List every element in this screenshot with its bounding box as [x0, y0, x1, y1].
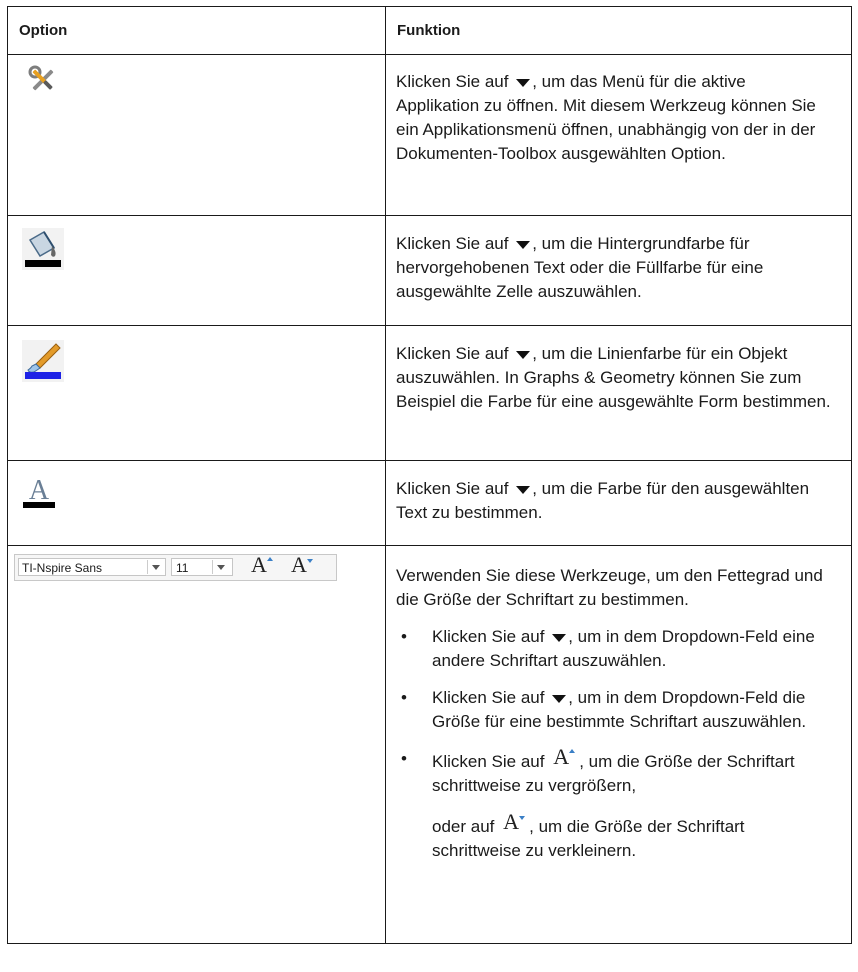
- font-name-select[interactable]: TI-Nspire Sans: [18, 558, 166, 576]
- bullet-symbol: •: [401, 627, 407, 646]
- option-cell: A: [7, 460, 386, 546]
- bullet-symbol: •: [401, 749, 407, 768]
- table-row: Klicken Sie auf , um die Linienfarbe für…: [7, 325, 852, 461]
- chevron-down-icon: [217, 565, 225, 570]
- font-size-dropdown-button[interactable]: [212, 560, 229, 574]
- row-text-pre: Klicken Sie auf: [396, 234, 509, 253]
- tools-icon: [28, 65, 54, 91]
- dropdown-arrow-icon: [516, 350, 531, 359]
- increase-font-size-icon[interactable]: A: [249, 552, 275, 581]
- decrease-font-size-icon[interactable]: A: [289, 552, 315, 581]
- bullet-text-pre2: oder auf: [432, 817, 495, 836]
- font-size-value: 11: [176, 561, 189, 575]
- list-item: • Klicken Sie auf A, um die Größe der Sc…: [396, 744, 831, 863]
- row-text-pre: Klicken Sie auf: [396, 72, 509, 91]
- list-item: • Klicken Sie auf , um in dem Dropdown-F…: [396, 686, 831, 734]
- fill-color-bucket-icon: [22, 228, 64, 270]
- line-color-brush-icon: [22, 340, 64, 382]
- row-text-pre: Klicken Sie auf: [396, 479, 509, 498]
- bullet-text-pre: Klicken Sie auf: [432, 627, 545, 646]
- header-option: Option: [7, 6, 386, 55]
- row-text-pre: Klicken Sie auf: [396, 344, 509, 363]
- dropdown-arrow-icon: [552, 694, 567, 703]
- function-cell: Klicken Sie auf , um die Farbe für den a…: [385, 460, 852, 546]
- option-cell: [7, 54, 386, 216]
- increase-font-size-icon: A: [551, 744, 577, 773]
- font-size-select[interactable]: 11: [171, 558, 233, 576]
- dropdown-arrow-icon: [552, 633, 567, 642]
- function-cell: Klicken Sie auf , um das Menü für die ak…: [385, 54, 852, 216]
- chevron-down-icon: [152, 565, 160, 570]
- font-toolbar: TI-Nspire Sans 11 A A: [14, 552, 337, 581]
- table-row: Klicken Sie auf , um die Hintergrundfarb…: [7, 215, 852, 326]
- dropdown-arrow-icon: [516, 240, 531, 249]
- function-cell: Klicken Sie auf , um die Hintergrundfarb…: [385, 215, 852, 326]
- list-item: • Klicken Sie auf , um in dem Dropdown-F…: [396, 625, 831, 673]
- bullet-text-pre: Klicken Sie auf: [432, 688, 545, 707]
- options-table: Option Funktion Klicken Sie auf , um das…: [7, 6, 852, 944]
- function-cell: Klicken Sie auf , um die Linienfarbe für…: [385, 325, 852, 461]
- decrease-font-size-icon: A: [501, 809, 527, 838]
- text-color-icon: A: [23, 475, 55, 508]
- table-row: TI-Nspire Sans 11 A A Verwenden Sie dies…: [7, 545, 852, 944]
- font-name-dropdown-button[interactable]: [147, 560, 164, 574]
- bullet-symbol: •: [401, 688, 407, 707]
- bullet-text-pre: Klicken Sie auf: [432, 752, 545, 771]
- dropdown-arrow-icon: [516, 78, 531, 87]
- toolbar-intro: Verwenden Sie diese Werkzeuge, um den Fe…: [396, 566, 823, 609]
- svg-text:A: A: [29, 475, 50, 506]
- option-cell: [7, 215, 386, 326]
- dropdown-arrow-icon: [516, 485, 531, 494]
- option-cell: [7, 325, 386, 461]
- table-row: Klicken Sie auf , um das Menü für die ak…: [7, 54, 852, 216]
- function-cell: Verwenden Sie diese Werkzeuge, um den Fe…: [385, 545, 852, 944]
- option-cell: TI-Nspire Sans 11 A A: [7, 545, 386, 944]
- table-row: A Klicken Sie auf , um die Farbe für den…: [7, 460, 852, 546]
- font-name-value: TI-Nspire Sans: [22, 561, 103, 575]
- header-function: Funktion: [385, 6, 852, 55]
